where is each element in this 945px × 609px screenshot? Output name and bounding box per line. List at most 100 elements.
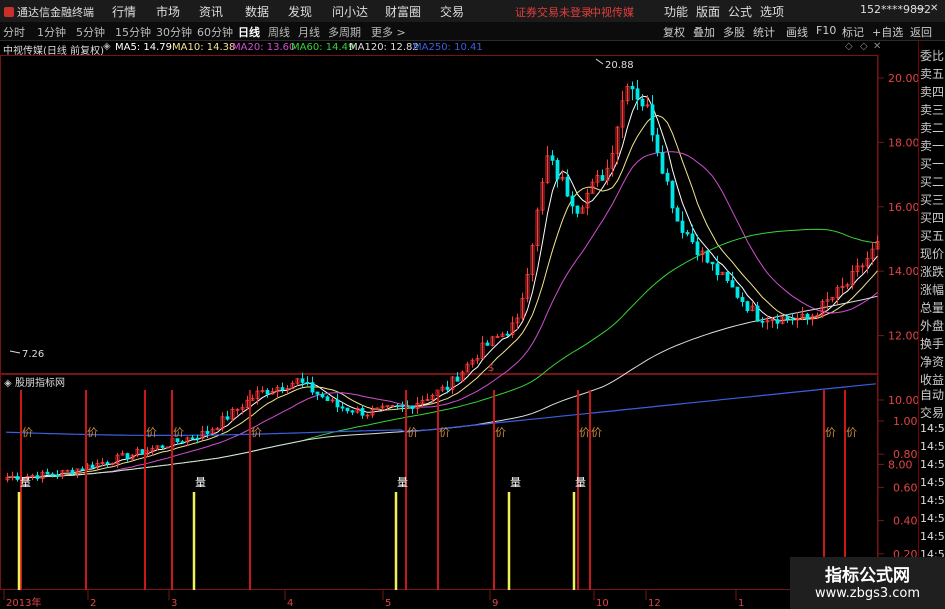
period-more[interactable]: 更多 > [371, 24, 406, 40]
menu-trade[interactable]: 交易 [440, 3, 464, 20]
price-tick-label: 12.00 [888, 330, 918, 343]
side-tab[interactable]: 卖二 [920, 119, 945, 136]
indicator-tick-label: 0.40 [893, 515, 918, 528]
login-warning[interactable]: 证券交易未登录 [515, 4, 592, 20]
side-tab[interactable]: 总量 [920, 299, 945, 316]
side-tab[interactable]: 买三 [920, 191, 945, 208]
period-30min[interactable]: 30分钟 [156, 24, 192, 40]
side-tab[interactable]: 外盘 [920, 317, 945, 334]
minimize-icon[interactable]: — [915, 3, 925, 14]
period-bar: 分时 1分钟 5分钟 15分钟 30分钟 60分钟 日线 周线 月线 多周期 更… [0, 22, 945, 41]
tool-add-watch[interactable]: +自选 [872, 24, 903, 40]
candle-body [785, 316, 790, 320]
side-tab[interactable]: 14:56 [920, 476, 945, 489]
menu-wealth[interactable]: 财富圈 [385, 3, 421, 20]
candle-body [555, 159, 560, 180]
side-tab[interactable]: 买五 [920, 227, 945, 244]
side-tab[interactable]: 14:56 [920, 440, 945, 453]
candle-body [50, 473, 55, 476]
price-signal-label: 价 [173, 426, 184, 439]
side-tab[interactable]: 买四 [920, 209, 945, 226]
period-monthly[interactable]: 月线 [298, 24, 320, 40]
period-daily[interactable]: 日线 [238, 24, 260, 40]
tool-back[interactable]: 返回 [910, 24, 932, 40]
period-15min[interactable]: 15分钟 [115, 24, 151, 40]
side-tab[interactable]: 14:56 [920, 422, 945, 435]
collapse-icon[interactable]: ◇ [845, 41, 853, 52]
side-tab[interactable]: 自动 [920, 386, 945, 403]
watermark-box: 指标公式网 www.zbgs3.com [790, 557, 945, 609]
side-tab[interactable]: 买二 [920, 173, 945, 190]
menu-data[interactable]: 数据 [245, 3, 269, 20]
candle-body [80, 468, 85, 471]
app-title: 通达信金融终端 [4, 4, 94, 20]
menu-xiaoda[interactable]: 问小达 [332, 3, 368, 20]
side-tab[interactable]: 卖四 [920, 83, 945, 100]
candle-body [635, 88, 640, 100]
period-60min[interactable]: 60分钟 [197, 24, 233, 40]
side-tab[interactable]: 卖五 [920, 65, 945, 82]
candle-body [70, 469, 75, 474]
period-weekly[interactable]: 周线 [268, 24, 290, 40]
tool-adjust[interactable]: 复权 [663, 24, 685, 40]
expand-icon[interactable]: ◇ [860, 41, 868, 52]
tool-draw[interactable]: 画线 [786, 24, 808, 40]
close-icon[interactable]: ✕ [930, 3, 938, 14]
menu-discover[interactable]: 发现 [288, 3, 312, 20]
chart-settings-icon[interactable]: ◈ [103, 41, 111, 52]
app-logo-icon [4, 7, 14, 17]
candle-body [485, 342, 490, 346]
indicator-settings-icon[interactable]: ◈ [4, 378, 12, 389]
candle-body [225, 416, 230, 420]
period-1min[interactable]: 1分钟 [37, 24, 66, 40]
side-tab[interactable]: 净资 [920, 353, 945, 370]
candle-body [45, 471, 50, 475]
chart-area[interactable]: 20.0018.0016.0014.0012.0010.008.00 价价价价价… [0, 55, 918, 609]
side-tab[interactable]: 换手 [920, 335, 945, 352]
menu-options[interactable]: 选项 [760, 3, 784, 20]
menu-formula[interactable]: 公式 [728, 3, 752, 20]
side-tab[interactable]: 交易 [920, 404, 945, 421]
tool-stats[interactable]: 统计 [753, 24, 775, 40]
x-tick-label: 1 [738, 598, 744, 609]
menu-market[interactable]: 市场 [156, 3, 180, 20]
watermark-url: www.zbgs3.com [814, 586, 921, 601]
menu-quotes[interactable]: 行情 [112, 3, 136, 20]
main-chart-frame [0, 55, 878, 374]
side-tab[interactable]: 14:56 [920, 512, 945, 525]
ma-line [7, 95, 878, 479]
period-multi[interactable]: 多周期 [328, 24, 361, 40]
side-tab[interactable]: 涨幅 [920, 281, 945, 298]
side-tab[interactable]: 委比 [920, 47, 945, 64]
candle-body [550, 155, 555, 161]
side-tab[interactable]: 卖三 [920, 101, 945, 118]
menu-news[interactable]: 资讯 [199, 3, 223, 20]
price-ticks: 20.0018.0016.0014.0012.0010.008.00 [878, 72, 918, 471]
side-tab[interactable]: 卖一 [920, 137, 945, 154]
indicator-title: 股朋指标网 [15, 376, 65, 389]
side-tab[interactable]: 14:56 [920, 458, 945, 471]
tool-multi-stock[interactable]: 多股 [723, 24, 745, 40]
candles [5, 80, 880, 485]
tool-overlay[interactable]: 叠加 [693, 24, 715, 40]
candle-body [280, 387, 285, 391]
menu-layout[interactable]: 版面 [696, 3, 720, 20]
period-intraday[interactable]: 分时 [3, 24, 25, 40]
close-panel-icon[interactable]: ✕ [873, 41, 881, 52]
side-tab[interactable]: 涨跌 [920, 263, 945, 280]
period-5min[interactable]: 5分钟 [76, 24, 105, 40]
side-tab[interactable]: 14:56 [920, 530, 945, 543]
tool-f10[interactable]: F10 [816, 24, 836, 37]
candle-body [725, 271, 730, 281]
candle-body [360, 408, 365, 416]
side-tab[interactable]: 现价 [920, 245, 945, 262]
candle-body [350, 410, 355, 413]
side-tab[interactable]: 买一 [920, 155, 945, 172]
candle-body [575, 205, 580, 214]
stock-name-header: 中视传媒 [590, 6, 634, 19]
menu-function[interactable]: 功能 [664, 3, 688, 20]
candle-body [740, 296, 745, 303]
tool-mark[interactable]: 标记 [842, 24, 864, 40]
side-tab[interactable]: 14:56 [920, 494, 945, 507]
indicator-tick-label: 1.00 [893, 415, 918, 428]
